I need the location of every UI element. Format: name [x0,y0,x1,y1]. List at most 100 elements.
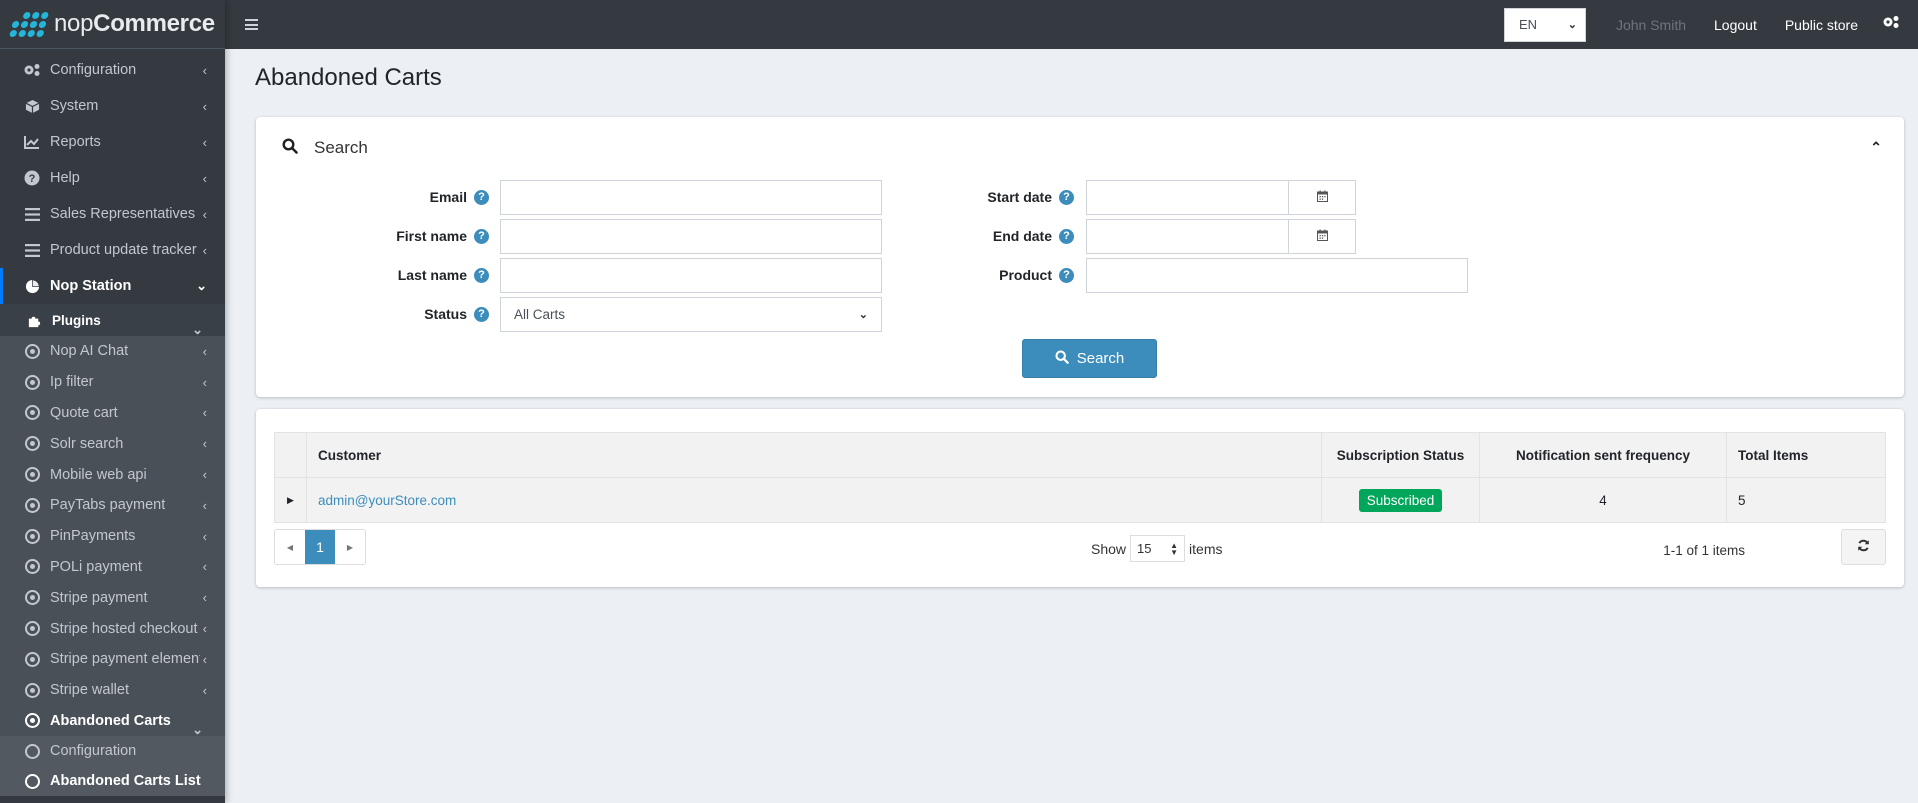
sidebar-item-label: Nop Station [50,278,132,294]
sidebar-item-help[interactable]: ? Help ‹ [0,160,225,196]
search-button[interactable]: Search [1022,339,1157,378]
sidebar-item-plugin[interactable]: Mobile web api ‹ [0,459,225,490]
chevron-left-icon: ‹ [202,374,207,390]
dot-circle-icon [22,528,42,544]
logo-dots-icon [8,11,50,37]
search-form: Email ? First name ? Last name ? Status … [256,179,1904,339]
sidebar-item-plugin[interactable]: Stripe payment ‹ [0,582,225,613]
user-name: John Smith [1615,16,1687,33]
sidebar-item-plugin[interactable]: Nop AI Chat ‹ [0,336,225,367]
sidebar-item-reports[interactable]: Reports ‹ [0,124,225,160]
page-title: Abandoned Carts [255,64,442,91]
chevron-left-icon: ‹ [202,62,207,78]
sidebar-item-label: Abandoned Carts [50,712,171,729]
start-date-picker-button[interactable] [1289,179,1356,215]
column-header-notification-frequency[interactable]: Notification sent frequency [1479,432,1727,478]
help-icon[interactable]: ? [474,228,489,244]
help-icon[interactable]: ? [1059,228,1074,244]
language-value: EN [1518,17,1538,32]
start-date-input[interactable] [1086,179,1289,215]
page-size-select[interactable]: 15 ▲ ▼ [1130,535,1186,562]
search-panel-header[interactable]: Search [256,117,1904,179]
refresh-button[interactable] [1841,529,1886,565]
gears-icon [22,63,42,77]
brand-name-light: nop [54,10,94,37]
calendar-icon [1316,228,1328,244]
help-icon[interactable]: ? [474,189,489,205]
sidebar-item-plugins[interactable]: Plugins ⌄ [0,304,225,337]
chart-line-icon [22,135,42,149]
page-button-current[interactable]: 1 [305,530,335,564]
email-input[interactable] [500,179,882,215]
sidebar-item-plugin[interactable]: POLi payment ‹ [0,552,225,583]
chevron-left-icon: ‹ [202,497,207,513]
customer-email-link[interactable]: admin@yourStore.com [318,493,456,508]
svg-text:?: ? [29,173,36,185]
sidebar-item-label: Configuration [50,62,137,78]
previous-page-button[interactable]: ◀ [281,530,299,564]
sidebar-item-label: Stripe payment [50,589,148,606]
sidebar-item-plugin[interactable]: Stripe payment element ‹ [0,644,225,675]
sidebar-item-plugin[interactable]: PayTabs payment ‹ [0,490,225,521]
sidebar-item-plugin[interactable]: Ip filter ‹ [0,367,225,398]
sidebar-item-product-update-tracker[interactable]: Product update tracker ‹ [0,232,225,268]
first-name-input[interactable] [500,218,882,254]
sidebar-item-plugin[interactable]: Abandoned Carts ⌄ [0,706,225,737]
language-select[interactable]: EN ⌄ [1503,7,1586,42]
chevron-up-icon[interactable]: ⌃ [1870,139,1882,156]
dot-circle-icon [22,436,42,452]
sidebar-item-label: Plugins [52,312,101,328]
abandoned-carts-grid: Customer Subscription Status Notificatio… [256,409,1904,587]
first-name-label: First name [396,228,467,244]
hamburger-menu-icon[interactable] [245,19,258,30]
product-input[interactable] [1086,257,1468,293]
last-name-input[interactable] [500,257,882,293]
end-date-picker-button[interactable] [1289,218,1356,254]
sidebar-item-configuration[interactable]: Configuration ‹ [0,52,225,88]
status-select[interactable]: All Carts ⌄ [500,296,882,332]
dot-circle-icon [22,559,42,575]
chevron-left-icon: ‹ [202,206,207,222]
next-page-button[interactable]: ▶ [341,530,359,564]
sidebar-item-label: PayTabs payment [50,497,166,514]
settings-gears-icon[interactable] [1882,15,1900,34]
sidebar-item-abandoned-carts-configuration[interactable]: Configuration [0,736,225,766]
help-icon[interactable]: ? [1059,189,1074,205]
sidebar-item-system[interactable]: System ‹ [0,88,225,124]
end-date-input[interactable] [1086,218,1289,254]
sidebar-item-sales-representatives[interactable]: Sales Representatives ‹ [0,196,225,232]
end-date-label: End date [992,228,1052,244]
sidebar-item-label: Nop AI Chat [50,343,129,360]
sidebar-item-plugin[interactable]: Stripe hosted checkout ‹ [0,613,225,644]
sidebar-item-label: POLi payment [50,558,142,575]
column-header-total-items[interactable]: Total Items [1726,432,1886,478]
chevron-left-icon: ‹ [202,559,207,575]
brand-logo[interactable]: nopCommerce [0,0,225,49]
grid-footer: ◀ 1 ▶ Show 15 ▲ ▼ items 1-1 of 1 items [274,523,1886,575]
top-navbar: EN ⌄ John Smith Logout Public store [225,0,1918,49]
help-icon[interactable]: ? [474,267,489,283]
column-header-customer[interactable]: Customer [306,432,1322,478]
help-icon[interactable]: ? [1059,267,1074,283]
logout-link[interactable]: Logout [1714,17,1757,33]
help-icon[interactable]: ? [474,306,489,322]
expand-row-icon[interactable]: ▶ [274,477,307,523]
dot-circle-icon [22,405,42,421]
sidebar-item-plugin[interactable]: Stripe wallet ‹ [0,675,225,706]
pagination: ◀ 1 ▶ [274,529,366,565]
refresh-icon [1857,539,1870,555]
column-header-subscription-status[interactable]: Subscription Status [1321,432,1480,478]
sidebar-item-plugin[interactable]: PinPayments ‹ [0,521,225,552]
sidebar-item-plugin[interactable]: Quote cart ‹ [0,398,225,429]
sidebar-item-nop-station[interactable]: Nop Station ⌄ [0,268,225,304]
sidebar-item-label: Mobile web api [50,466,147,483]
chevron-down-icon: ⌄ [196,278,207,293]
sidebar-item-abandoned-carts-list[interactable]: Abandoned Carts List [0,766,225,796]
public-store-link[interactable]: Public store [1785,17,1858,33]
items-label: items [1189,540,1223,557]
chevron-left-icon: ‹ [202,134,207,150]
search-panel: Search ⌃ Email ? First name ? Last name … [256,117,1904,397]
table-row: ▶ admin@yourStore.com Subscribed 4 5 [274,477,1886,523]
sidebar-item-plugin[interactable]: Solr search ‹ [0,428,225,459]
question-circle-icon: ? [22,170,42,186]
